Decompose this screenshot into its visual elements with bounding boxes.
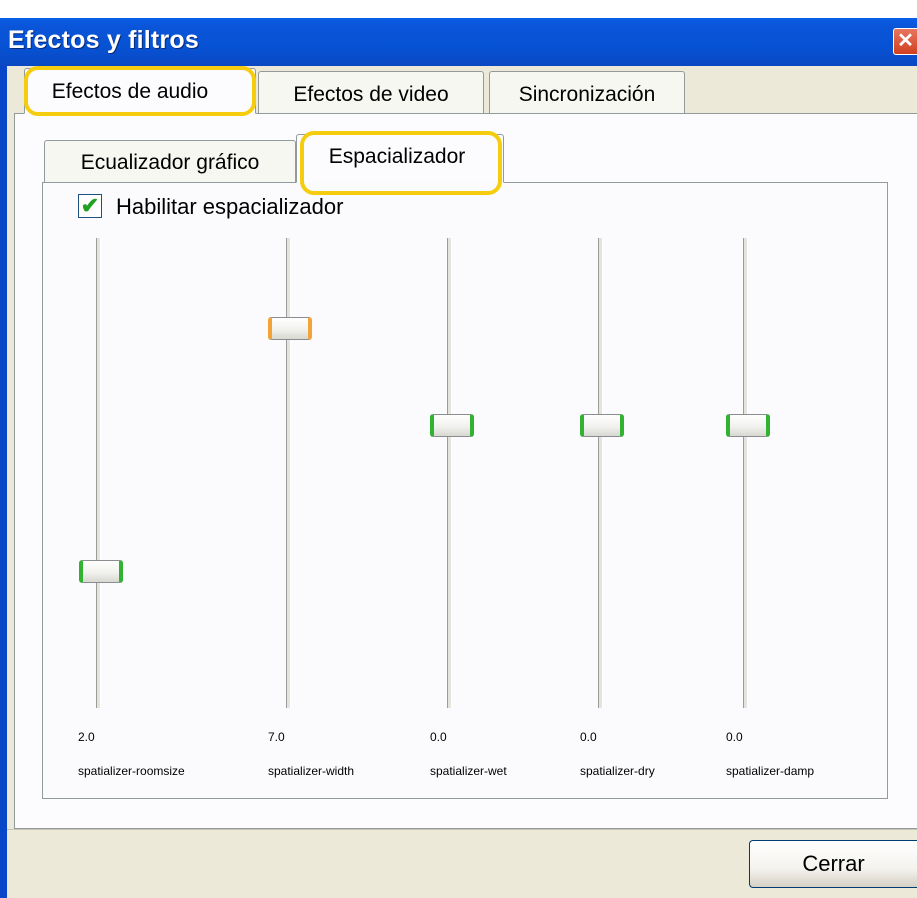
slider-value: 2.0 bbox=[78, 730, 95, 744]
window-frame bbox=[0, 66, 7, 898]
window-title: Efectos y filtros bbox=[8, 26, 199, 54]
slider-label: spatializer-wet bbox=[430, 764, 507, 778]
close-icon[interactable]: ✕ bbox=[893, 28, 917, 55]
slider-thumb[interactable] bbox=[580, 414, 624, 437]
slider-value: 7.0 bbox=[268, 730, 285, 744]
tab-label: Sincronización bbox=[518, 83, 656, 106]
slider-track[interactable] bbox=[96, 238, 101, 708]
highlight-spatializer-tab bbox=[300, 131, 502, 195]
divider bbox=[7, 829, 917, 830]
close-button[interactable]: Cerrar bbox=[749, 840, 917, 888]
slider-track[interactable] bbox=[286, 238, 291, 708]
slider-thumb[interactable] bbox=[726, 414, 770, 437]
tab-video-effects[interactable]: Efectos de video bbox=[258, 71, 484, 113]
slider-label: spatializer-width bbox=[268, 764, 355, 778]
title-bar[interactable]: Efectos y filtros ✕ bbox=[0, 18, 917, 66]
tab-graphic-equalizer[interactable]: Ecualizador gráfico bbox=[44, 140, 296, 182]
slider-value: 0.0 bbox=[430, 730, 447, 744]
slider-track[interactable] bbox=[598, 238, 603, 708]
slider-value: 0.0 bbox=[580, 730, 597, 744]
slider-track[interactable] bbox=[743, 238, 748, 708]
slider-label: spatializer-roomsize bbox=[78, 764, 185, 778]
slider-label: spatializer-damp bbox=[726, 764, 815, 778]
spatializer-panel bbox=[42, 182, 888, 799]
highlight-audio-tab bbox=[24, 66, 256, 116]
slider-track[interactable] bbox=[447, 238, 452, 708]
slider-value: 0.0 bbox=[726, 730, 743, 744]
tab-label: Ecualizador gráfico bbox=[80, 151, 260, 174]
tab-synchronization[interactable]: Sincronización bbox=[489, 71, 685, 113]
tab-label: Efectos de video bbox=[293, 83, 449, 106]
slider-thumb[interactable] bbox=[268, 317, 312, 340]
enable-spatializer-checkbox[interactable]: ✔ bbox=[78, 194, 102, 218]
enable-spatializer-label: Habilitar espacializador bbox=[116, 194, 344, 219]
effects-dialog: Efectos y filtros ✕ Efectos de audio Efe… bbox=[0, 0, 917, 898]
slider-thumb[interactable] bbox=[79, 560, 123, 583]
slider-label: spatializer-dry bbox=[580, 764, 655, 778]
top-edge bbox=[0, 0, 917, 18]
slider-thumb[interactable] bbox=[430, 414, 474, 437]
